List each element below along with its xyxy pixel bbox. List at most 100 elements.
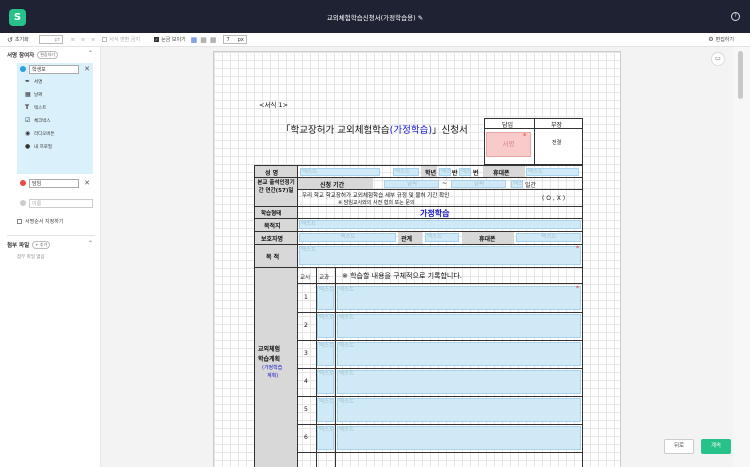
grade-label: 학년 [425, 170, 437, 177]
days-unit: 일간 [525, 182, 537, 189]
phone-label: 휴대폰 [493, 170, 510, 177]
signer1-row: 학생모 ✕ [17, 63, 93, 75]
close-icon[interactable]: ✕ [84, 179, 90, 187]
divider [7, 235, 95, 236]
calendar-icon: ▦ [25, 91, 31, 98]
row-number: 1 [304, 294, 308, 301]
grid-checkbox[interactable]: ✓ 눈금 보이기 [154, 36, 186, 43]
vertical-scrollbar[interactable] [733, 47, 750, 467]
signer1-panel: 학생모 ✕ ✒ 서명 ▦ 날짜 T 텍스트 ☑ 체크박스 ◉ 라디오버튼 ● 내 프로필 [17, 63, 93, 174]
font-size-input[interactable]: pt [38, 35, 63, 44]
pencil-icon[interactable]: ✎ [418, 14, 423, 22]
plan-label-2: 학습계획 [258, 356, 281, 363]
signer3-row: 이름 [17, 197, 93, 209]
chevron-up-icon[interactable]: ⌃ [88, 240, 93, 247]
participants-edit-tag[interactable]: 편집하기 [37, 51, 58, 59]
plan-label-4: 계획) [267, 373, 279, 379]
subject-field-6[interactable]: 텍스트 [317, 426, 334, 450]
subject-field-1[interactable]: 텍스트 [317, 286, 334, 310]
back-button[interactable]: 뒤로 [664, 439, 694, 454]
content-field-1[interactable]: 텍스트 [337, 286, 581, 310]
col-note: ※ 학습할 내용을 구체적으로 기록합니다. [342, 272, 463, 280]
align-right-icon[interactable]: ≡ [91, 37, 95, 43]
scrollbar-thumb[interactable] [738, 51, 743, 99]
participants-header: 서명 참여자 편집하기 [7, 51, 58, 59]
start-date-field[interactable]: 날짜 [384, 180, 439, 188]
signing-order-checkbox[interactable]: 서명순서 지정하기 [17, 218, 63, 225]
attachments-header: 첨부 파일 + 추가 [7, 241, 51, 249]
number-label: 번 [473, 170, 479, 177]
toolbar: ↺ 초기화 pt ≡ ≡ ≡ 서식 변환 금지 ✓ 눈금 보이기 ▦ ▦ ▦ 7 px… [0, 33, 750, 47]
edit-button[interactable]: ⚙ 편집하기 [708, 36, 734, 43]
grid-style-2-icon[interactable]: ▦ [200, 36, 207, 44]
subject-field-4[interactable]: 텍스트 [317, 370, 334, 394]
document-page[interactable]: <서식 1> 「학교장허가 교외체험학습(가정학습)」신청서 담임 부장 서명 … [213, 51, 621, 467]
help-icon[interactable]: ? [731, 12, 740, 21]
tool-my-profile[interactable]: ● 내 프로필 [17, 140, 93, 153]
content-field-2[interactable]: 텍스트 [337, 314, 581, 338]
plan-label-1: 교외체험 [258, 346, 281, 353]
tool-signature[interactable]: ✒ 서명 [17, 75, 93, 88]
plan-label-3: (가정학습 [262, 365, 283, 371]
grid-style-1-icon[interactable]: ▦ [191, 36, 198, 44]
relation-field[interactable]: 텍스트 [425, 233, 459, 242]
guardian-field[interactable]: 텍스트 [299, 233, 396, 242]
col-period: 교시 [300, 275, 311, 281]
type-value: 가정학습 [420, 209, 450, 218]
content-field-6[interactable]: 텍스트 [337, 426, 581, 450]
tool-date[interactable]: ▦ 날짜 [17, 88, 93, 101]
days-field[interactable]: 텍스트 [511, 180, 523, 188]
guardian-phone-field[interactable]: 텍스트 [516, 233, 581, 242]
signer1-name-input[interactable]: 학생모 [29, 64, 79, 74]
name-field[interactable]: 텍스트 [300, 168, 380, 176]
approval-head-director: 부장 [551, 122, 563, 129]
grid-size-input[interactable]: 7 px [222, 35, 247, 44]
phone-field[interactable]: 텍스트 [526, 168, 579, 176]
number-field[interactable]: 텍스트 [459, 168, 471, 176]
destination-field[interactable]: 텍스트 [299, 220, 581, 229]
content-field-3[interactable]: 텍스트 [337, 342, 581, 366]
class-field[interactable]: 텍스트 [439, 168, 451, 176]
chevron-up-icon[interactable]: ⌃ [88, 50, 93, 57]
absence-label: 본교 출석인정기간 연간(57)일 [257, 180, 295, 194]
rule-check[interactable]: ( O , X ) [542, 195, 565, 202]
row-number: 4 [304, 378, 308, 385]
purpose-field[interactable]: 텍스트 [299, 246, 581, 265]
content-field-5[interactable]: 텍스트 [337, 398, 581, 422]
end-date-field[interactable]: 날짜 [451, 180, 506, 188]
approval-head-homeroom: 담임 [502, 122, 514, 129]
subject-field-3[interactable]: 텍스트 [317, 342, 334, 366]
continue-button[interactable]: 계속 [701, 439, 731, 454]
relation-label: 관계 [401, 236, 413, 243]
document-title[interactable]: 교외체험학습신청서(가정학습용) ✎ [0, 12, 750, 22]
align-center-icon[interactable]: ≡ [81, 37, 85, 43]
profile-icon: ● [25, 143, 31, 150]
tool-checkbox[interactable]: ☑ 체크박스 [17, 114, 93, 127]
subject-field-5[interactable]: 텍스트 [317, 398, 334, 422]
grid-style-3-icon[interactable]: ▦ [210, 36, 217, 44]
required-marker: * [576, 285, 579, 292]
grade-field[interactable]: 텍스트 [393, 168, 419, 176]
tool-text[interactable]: T 텍스트 [17, 101, 93, 114]
form-number: <서식 1> [259, 101, 289, 109]
row-number: 5 [304, 406, 308, 413]
rule-subtext: ※ 담임교사와의 사전 협의 또는 문의 [338, 200, 415, 206]
row-number: 3 [304, 350, 308, 357]
type-label: 학습형태 [261, 211, 282, 217]
page-thumbnail-icon[interactable]: ▭ [711, 52, 725, 66]
reset-button[interactable]: ↺ 초기화 [7, 36, 29, 44]
subject-field-2[interactable]: 텍스트 [317, 314, 334, 338]
purpose-label: 목 적 [266, 254, 280, 261]
tool-radio[interactable]: ◉ 라디오버튼 [17, 127, 93, 140]
signer3-name-input[interactable]: 이름 [29, 198, 93, 208]
close-icon[interactable]: ✕ [84, 65, 90, 73]
class-label: 반 [452, 170, 458, 177]
align-left-icon[interactable]: ≡ [71, 37, 75, 43]
tab-order-checkbox[interactable]: 서식 변환 금지 [102, 36, 140, 43]
signer2-name-input[interactable]: 담임 [29, 178, 79, 188]
guardian-label: 보호자명 [261, 236, 284, 243]
content-field-4[interactable]: 텍스트 [337, 370, 581, 394]
add-attachment-button[interactable]: + 추가 [32, 241, 51, 249]
signer1-color-dot [20, 66, 26, 72]
document-canvas[interactable]: ▭ <서식 1> 「학교장허가 교외체험학습(가정학습)」신청서 담임 부장 서… [101, 47, 733, 467]
